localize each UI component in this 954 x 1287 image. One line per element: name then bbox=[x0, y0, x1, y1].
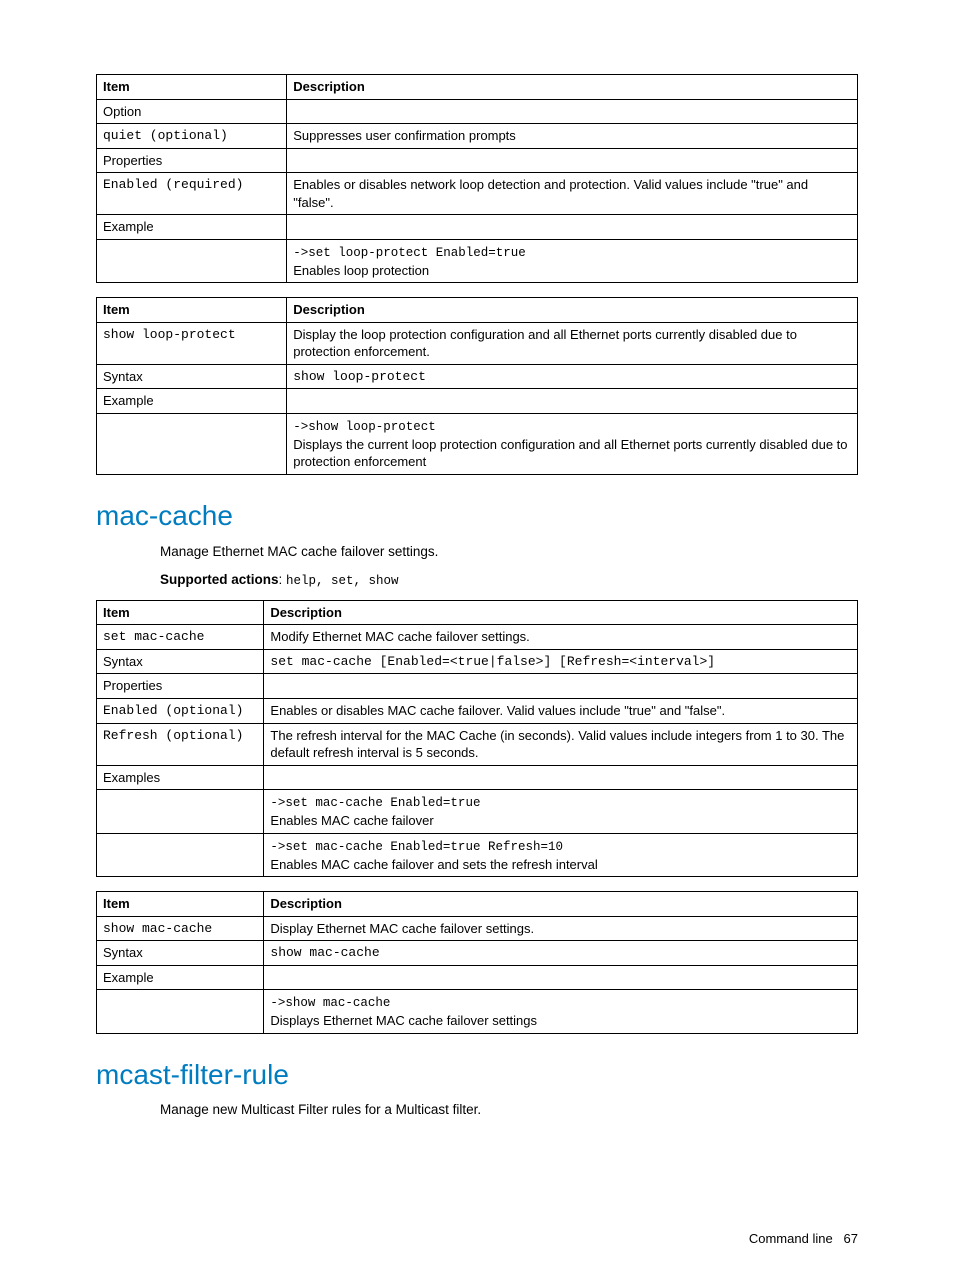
cell-syntax-val: show mac-cache bbox=[264, 941, 858, 966]
cell-set-item: set mac-cache bbox=[97, 625, 264, 650]
header-desc: Description bbox=[264, 600, 858, 625]
example-cmd: ->show loop-protect bbox=[293, 420, 436, 434]
cell-syntax-val: show loop-protect bbox=[287, 364, 858, 389]
supported-label: Supported actions bbox=[160, 572, 279, 587]
table-loop-protect-show: Item Description show loop-protect Displ… bbox=[96, 297, 858, 475]
example-desc: Enables MAC cache failover and sets the … bbox=[270, 857, 597, 872]
example-desc: Displays Ethernet MAC cache failover set… bbox=[270, 1013, 537, 1028]
header-desc: Description bbox=[287, 298, 858, 323]
cell-enabled-item: Enabled (required) bbox=[97, 173, 287, 215]
row-examples: Examples bbox=[97, 765, 264, 790]
footer-label: Command line bbox=[749, 1231, 833, 1246]
cell-quiet-item: quiet (optional) bbox=[97, 124, 287, 149]
section-desc-mcast: Manage new Multicast Filter rules for a … bbox=[160, 1101, 858, 1119]
footer-page: 67 bbox=[844, 1231, 858, 1246]
cell-example: ->set loop-protect Enabled=true Enables … bbox=[287, 239, 858, 282]
example-desc: Enables loop protection bbox=[293, 263, 429, 278]
cell-enabled-desc: Enables or disables MAC cache failover. … bbox=[264, 699, 858, 724]
row-example: Example bbox=[97, 965, 264, 990]
cell-refresh-item: Refresh (optional) bbox=[97, 723, 264, 765]
row-properties: Properties bbox=[97, 148, 287, 173]
section-desc-mac-cache: Manage Ethernet MAC cache failover setti… bbox=[160, 543, 858, 561]
supported-actions: Supported actions: help, set, show bbox=[160, 571, 858, 590]
row-properties: Properties bbox=[97, 674, 264, 699]
row-example: Example bbox=[97, 215, 287, 240]
row-example: Example bbox=[97, 389, 287, 414]
row-option: Option bbox=[97, 99, 287, 124]
header-desc: Description bbox=[287, 75, 858, 100]
cell-example1: ->set mac-cache Enabled=true Enables MAC… bbox=[264, 790, 858, 833]
cell-enabled-item: Enabled (optional) bbox=[97, 699, 264, 724]
cell-syntax-val: set mac-cache [Enabled=<true|false>] [Re… bbox=[264, 649, 858, 674]
example-cmd: ->set mac-cache Enabled=true bbox=[270, 796, 480, 810]
cell-show-item: show mac-cache bbox=[97, 916, 264, 941]
example-cmd: ->show mac-cache bbox=[270, 996, 390, 1010]
header-item: Item bbox=[97, 600, 264, 625]
example-desc: Displays the current loop protection con… bbox=[293, 437, 847, 470]
cell-example2: ->set mac-cache Enabled=true Refresh=10 … bbox=[264, 833, 858, 876]
cell-show-item: show loop-protect bbox=[97, 322, 287, 364]
cell-show-desc: Display the loop protection configuratio… bbox=[287, 322, 858, 364]
example-cmd: ->set mac-cache Enabled=true Refresh=10 bbox=[270, 840, 563, 854]
cell-refresh-desc: The refresh interval for the MAC Cache (… bbox=[264, 723, 858, 765]
header-desc: Description bbox=[264, 892, 858, 917]
cell-set-desc: Modify Ethernet MAC cache failover setti… bbox=[264, 625, 858, 650]
cell-enabled-desc: Enables or disables network loop detecti… bbox=[287, 173, 858, 215]
row-syntax: Syntax bbox=[97, 364, 287, 389]
cell-show-desc: Display Ethernet MAC cache failover sett… bbox=[264, 916, 858, 941]
example-cmd: ->set loop-protect Enabled=true bbox=[293, 246, 526, 260]
cell-example: ->show loop-protect Displays the current… bbox=[287, 413, 858, 474]
cell-quiet-desc: Suppresses user confirmation prompts bbox=[287, 124, 858, 149]
table-loop-protect-set: Item Description Option quiet (optional)… bbox=[96, 74, 858, 283]
supported-vals: help, set, show bbox=[286, 574, 399, 588]
page-footer: Command line 67 bbox=[96, 1230, 858, 1248]
header-item: Item bbox=[97, 75, 287, 100]
row-syntax: Syntax bbox=[97, 941, 264, 966]
section-title-mcast: mcast-filter-rule bbox=[96, 1056, 858, 1094]
table-mac-cache-show: Item Description show mac-cache Display … bbox=[96, 891, 858, 1034]
table-mac-cache-set: Item Description set mac-cache Modify Et… bbox=[96, 600, 858, 877]
row-syntax: Syntax bbox=[97, 649, 264, 674]
header-item: Item bbox=[97, 298, 287, 323]
cell-example: ->show mac-cache Displays Ethernet MAC c… bbox=[264, 990, 858, 1033]
section-title-mac-cache: mac-cache bbox=[96, 497, 858, 535]
example-desc: Enables MAC cache failover bbox=[270, 813, 433, 828]
header-item: Item bbox=[97, 892, 264, 917]
